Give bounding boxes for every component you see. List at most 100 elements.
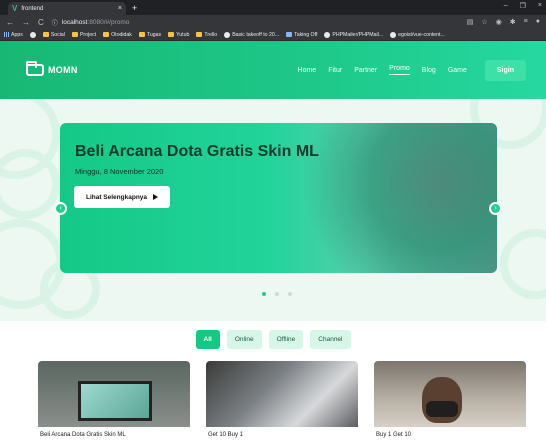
bookmark-social[interactable]: Social	[42, 31, 65, 38]
bookmark-label: Taking Off	[294, 31, 318, 38]
logo-icon	[26, 61, 44, 76]
forward-icon[interactable]: →	[22, 18, 30, 27]
nav-buttons: ← → C	[6, 18, 44, 27]
maximize-icon[interactable]: ❐	[520, 2, 526, 10]
banner-date: Minggu, 8 November 2020	[75, 167, 164, 176]
minimize-icon[interactable]: –	[504, 2, 508, 10]
bookmark-trello[interactable]: Trello	[196, 32, 217, 38]
carousel-dot[interactable]	[288, 292, 292, 296]
decor-ring	[500, 229, 546, 299]
tab-title: frontend	[21, 5, 44, 12]
bookmark-label: Basic takeoff to 20...	[232, 31, 280, 38]
url-path: :8080/#/promo	[87, 18, 130, 26]
card-title: Buy 1 Get 10	[376, 432, 412, 438]
carousel-dot[interactable]	[275, 292, 279, 296]
banner-photo	[297, 123, 497, 273]
folder-icon	[42, 32, 49, 37]
url-host: localhost	[61, 18, 88, 26]
promo-hero: Beli Arcana Dota Gratis Skin ML Minggu, …	[0, 99, 546, 321]
filter-offline[interactable]: Offline	[268, 330, 304, 349]
bookmark-label: Apps	[11, 31, 23, 38]
bookmark-vue-content[interactable]: egoist/vue-content...	[390, 31, 445, 38]
nav-home[interactable]: Home	[298, 67, 317, 74]
promo-cards: Beli Arcana Dota Gratis Skin ML Get 10 B…	[38, 361, 526, 438]
bookmark-basic-takeoff[interactable]: Basic takeoff to 20...	[224, 31, 280, 38]
omnibox[interactable]: ⓘ localhost:8080/#/promo	[52, 18, 467, 27]
play-icon	[153, 194, 159, 200]
bookmark-project[interactable]: Project	[71, 31, 97, 38]
nav-blog[interactable]: Blog	[422, 67, 436, 74]
bookmark-otodidak[interactable]: Otodidak	[103, 32, 132, 38]
bookmark-label: egoist/vue-content...	[398, 31, 445, 38]
laptop-screen	[78, 381, 152, 421]
promo-card[interactable]: Buy 1 Get 10	[374, 361, 526, 438]
folder-icon	[196, 32, 203, 37]
brand-name: MOMN	[48, 65, 78, 75]
bookmark-label: Project	[79, 31, 97, 38]
bookmarks-bar: Apps Social Project Otodidak Tugas Yutub…	[0, 29, 546, 41]
reload-icon[interactable]: C	[38, 18, 44, 27]
filter-online[interactable]: Online	[226, 330, 262, 349]
card-image	[206, 361, 358, 427]
prev-slide-button[interactable]: ‹	[54, 202, 67, 215]
carousel-dot[interactable]	[262, 292, 266, 296]
nav-menu: Home Fitur Partner Promo Blog Game Sigin	[298, 59, 526, 81]
web-page: MOMN Home Fitur Partner Promo Blog Game …	[0, 41, 546, 444]
toolbar-icons: ▤ ☆ ◉ ✱ ≡ ●	[467, 18, 540, 26]
reader-icon[interactable]: ▤	[467, 18, 474, 26]
browser-tab[interactable]: V frontend ×	[8, 2, 126, 15]
bookmark-label: Yutub	[176, 31, 190, 38]
bar-icon	[286, 32, 293, 37]
carousel-dots	[262, 292, 292, 296]
bookmark-apps[interactable]: Apps	[4, 32, 23, 38]
puzzle-icon[interactable]: ✱	[510, 18, 516, 26]
folder-icon	[168, 32, 175, 37]
folder-icon	[103, 32, 110, 37]
bookmark-phpmailer[interactable]: PHPMailer/PHPMail...	[324, 31, 384, 38]
folder-icon	[138, 32, 145, 37]
folder-icon	[71, 32, 78, 37]
site-navbar: MOMN Home Fitur Partner Promo Blog Game …	[0, 41, 546, 99]
bookmark-taking-off[interactable]: Taking Off	[286, 32, 317, 38]
filter-channel[interactable]: Channel	[310, 330, 351, 349]
close-window-icon[interactable]: ×	[538, 2, 542, 10]
profile-avatar[interactable]: ●	[536, 18, 540, 26]
queue-icon[interactable]: ≡	[524, 18, 528, 26]
info-icon[interactable]: ⓘ	[52, 18, 58, 27]
nav-fitur[interactable]: Fitur	[328, 67, 342, 74]
star-icon[interactable]: ☆	[481, 18, 487, 26]
bookmark-label: Social	[50, 31, 65, 38]
new-tab-button[interactable]: +	[132, 3, 137, 13]
nav-game[interactable]: Game	[448, 67, 467, 74]
bookmark-yutub[interactable]: Yutub	[168, 32, 189, 38]
next-slide-button[interactable]: ›	[489, 202, 502, 215]
browser-tab-strip: V frontend × + – ❐ ×	[0, 0, 546, 15]
github-icon	[390, 31, 397, 38]
bookmark-label: PHPMailer/PHPMail...	[332, 31, 384, 38]
back-icon[interactable]: ←	[6, 18, 14, 27]
see-more-button[interactable]: Lihat Selengkapnya	[74, 186, 170, 208]
filter-all[interactable]: All	[195, 330, 220, 349]
card-image	[38, 361, 190, 427]
banner-title: Beli Arcana Dota Gratis Skin ML	[75, 143, 319, 160]
card-title: Get 10 Buy 1	[208, 432, 244, 438]
extension-icon[interactable]: ◉	[496, 18, 502, 26]
nav-partner[interactable]: Partner	[354, 67, 377, 74]
tab-close-icon[interactable]: ×	[118, 5, 122, 12]
brand-logo[interactable]: MOMN	[26, 61, 78, 76]
card-image	[374, 361, 526, 427]
github-icon	[324, 31, 331, 38]
signin-button[interactable]: Sigin	[484, 59, 526, 81]
bookmark-globe[interactable]	[29, 31, 36, 38]
bookmark-label: Tugas	[146, 31, 162, 38]
globe-icon	[29, 31, 36, 38]
apps-icon	[4, 32, 9, 37]
promo-card[interactable]: Get 10 Buy 1	[206, 361, 358, 438]
bookmark-label: Otodidak	[111, 31, 132, 38]
promo-card[interactable]: Beli Arcana Dota Gratis Skin ML	[38, 361, 190, 438]
nav-promo[interactable]: Promo	[389, 65, 410, 75]
bookmark-label: Trello	[204, 31, 218, 38]
promo-banner[interactable]: Beli Arcana Dota Gratis Skin ML Minggu, …	[60, 123, 497, 273]
bookmark-tugas[interactable]: Tugas	[138, 31, 162, 38]
window-controls: – ❐ ×	[504, 2, 542, 10]
